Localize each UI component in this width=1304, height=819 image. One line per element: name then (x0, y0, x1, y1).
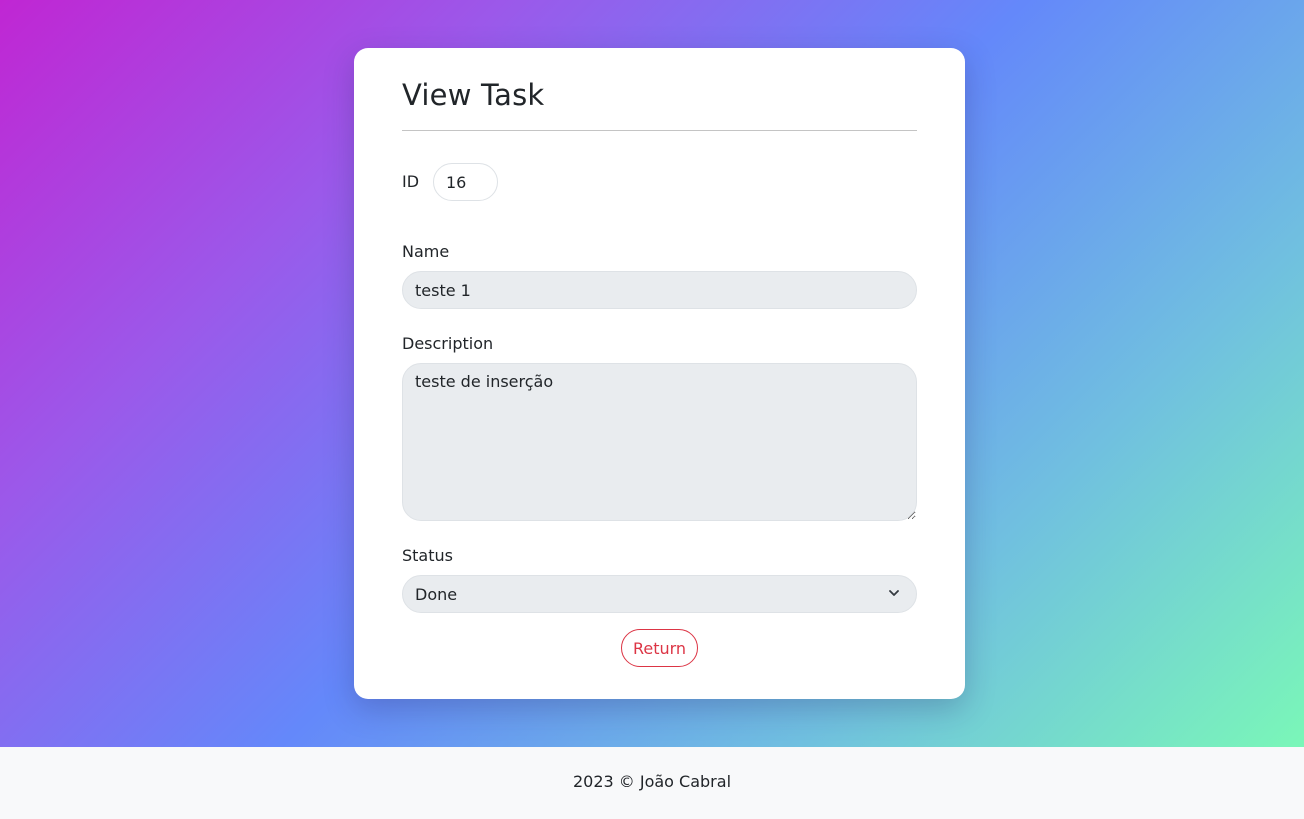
footer: 2023 © João Cabral (0, 747, 1304, 819)
id-label: ID (402, 172, 420, 191)
name-field[interactable] (402, 271, 917, 309)
view-task-card: View Task ID Name Description teste de i… (354, 48, 965, 699)
id-field[interactable] (433, 163, 498, 201)
description-textarea[interactable]: teste de inserção (402, 363, 917, 521)
status-select[interactable]: Done (402, 575, 917, 613)
title-divider (402, 130, 917, 131)
page-title: View Task (402, 78, 545, 112)
return-button[interactable]: Return (621, 629, 698, 667)
description-label: Description (402, 334, 494, 353)
status-selected-value: Done (415, 585, 458, 604)
status-label: Status (402, 546, 453, 565)
chevron-down-icon (889, 590, 899, 596)
name-label: Name (402, 242, 450, 261)
footer-copyright: 2023 © João Cabral (572, 772, 732, 791)
